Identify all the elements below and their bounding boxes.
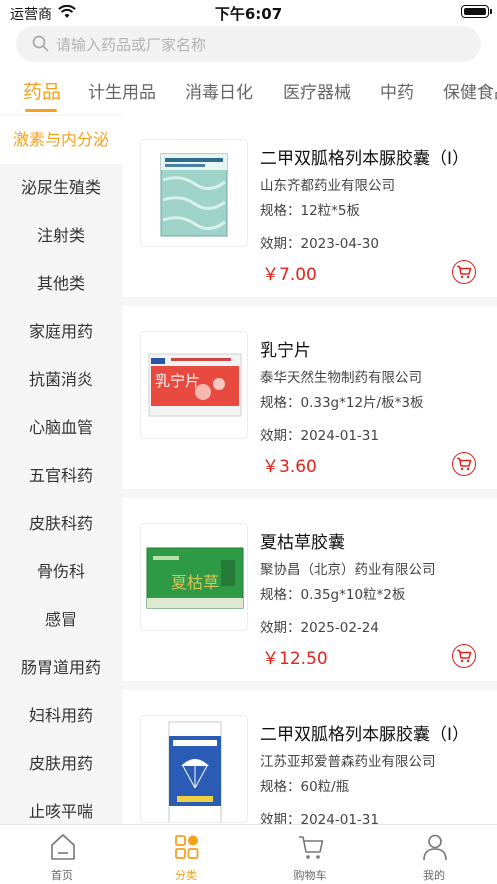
add-to-cart-button[interactable]: [452, 452, 476, 476]
sidebar-item-hormone[interactable]: 激素与内分泌: [0, 116, 122, 164]
product-image: 乳宁片: [140, 331, 248, 439]
tab-disinfection[interactable]: 消毒日化: [185, 78, 253, 103]
tab-health-food[interactable]: 保健食品: [443, 78, 497, 103]
sidebar-item-orthopedics[interactable]: 骨伤科: [0, 548, 122, 596]
product-spec: 规格：0.35g*10粒*2板: [260, 587, 406, 603]
search-input[interactable]: 请输入药品或厂家名称: [16, 26, 481, 62]
tab-home-label: 首页: [51, 869, 73, 882]
tab-cart-label: 购物车: [293, 869, 327, 882]
cart-icon: [457, 457, 472, 471]
product-spec: 规格：0.33g*12片/板*3板: [260, 395, 424, 411]
box-label: 夏枯草: [171, 573, 219, 592]
tab-family-planning[interactable]: 计生用品: [88, 78, 156, 103]
cart-icon: [457, 649, 472, 663]
tab-profile[interactable]: 我的: [372, 825, 496, 884]
product-manufacturer: 聚协昌（北京）药业有限公司: [260, 562, 436, 578]
product-price: ￥12.50: [262, 649, 328, 669]
cart-icon: [299, 836, 324, 859]
product-name: 夏枯草胶囊: [260, 533, 345, 553]
product-card[interactable]: 二甲双胍格列本脲胶囊（Ⅰ） 江苏亚邦爱普森药业有限公司 规格：60粒/瓶 效期：…: [122, 690, 497, 824]
sidebar-item-cold[interactable]: 感冒: [0, 596, 122, 644]
product-price: ￥3.60: [262, 457, 317, 477]
product-image: 夏枯草: [140, 523, 248, 631]
product-expiry: 效期：2023-04-30: [260, 236, 379, 252]
add-to-cart-button[interactable]: [452, 644, 476, 668]
status-bar: 运营商 下午6:07: [0, 0, 497, 26]
sidebar-item-urology[interactable]: 泌尿生殖类: [0, 164, 122, 212]
product-name: 乳宁片: [260, 341, 311, 361]
product-card[interactable]: 乳宁片 乳宁片 泰华天然生物制药有限公司 规格：0.33g*12片/板*3板 效…: [122, 306, 497, 489]
sidebar-item-antibacterial[interactable]: 抗菌消炎: [0, 356, 122, 404]
cart-icon: [457, 265, 472, 279]
search-icon: [32, 35, 49, 56]
product-manufacturer: 江苏亚邦爱普森药业有限公司: [260, 754, 436, 770]
sidebar-item-injection[interactable]: 注射类: [0, 212, 122, 260]
active-tab-indicator: [25, 109, 57, 112]
product-name: 二甲双胍格列本脲胶囊（Ⅰ）: [260, 725, 470, 745]
product-list: 二甲双胍格列本脲胶囊（Ⅰ） 山东齐都药业有限公司 规格：12粒*5板 效期：20…: [122, 114, 497, 824]
product-image: [140, 139, 248, 247]
category-icon: [175, 835, 199, 859]
product-image: [140, 715, 248, 823]
tab-cart[interactable]: 购物车: [248, 825, 372, 884]
box-label: 乳宁片: [155, 372, 200, 390]
product-spec: 规格：60粒/瓶: [260, 779, 350, 795]
sidebar-item-cardio[interactable]: 心脑血管: [0, 404, 122, 452]
tab-medical-devices[interactable]: 医疗器械: [283, 78, 351, 103]
sidebar-item-ent[interactable]: 五官科药: [0, 452, 122, 500]
sidebar: 激素与内分泌 泌尿生殖类 注射类 其他类 家庭用药 抗菌消炎 心脑血管 五官科药…: [0, 114, 122, 824]
product-manufacturer: 泰华天然生物制药有限公司: [260, 370, 422, 386]
product-name: 二甲双胍格列本脲胶囊（Ⅰ）: [260, 149, 470, 169]
sidebar-item-skin[interactable]: 皮肤用药: [0, 740, 122, 788]
tab-drugs[interactable]: 药品: [23, 77, 61, 104]
tab-chinese-medicine[interactable]: 中药: [380, 78, 414, 103]
bottom-tab-bar: 首页 分类 购物车 我的: [0, 824, 497, 883]
tab-profile-label: 我的: [423, 869, 445, 882]
tab-category[interactable]: 分类: [124, 825, 248, 884]
product-card[interactable]: 夏枯草 夏枯草胶囊 聚协昌（北京）药业有限公司 规格：0.35g*10粒*2板 …: [122, 498, 497, 681]
home-icon: [51, 834, 75, 860]
search-placeholder: 请输入药品或厂家名称: [56, 36, 207, 54]
sidebar-item-cough[interactable]: 止咳平喘: [0, 788, 122, 824]
product-expiry: 效期：2025-02-24: [260, 620, 379, 636]
sidebar-item-dermatology[interactable]: 皮肤科药: [0, 500, 122, 548]
product-expiry: 效期：2024-01-31: [260, 428, 379, 444]
add-to-cart-button[interactable]: [452, 260, 476, 284]
category-tabs: 药品 计生用品 消毒日化 医疗器械 中药 保健食品: [0, 68, 497, 114]
product-spec: 规格：12粒*5板: [260, 203, 361, 219]
profile-icon: [423, 834, 447, 861]
product-expiry: 效期：2024-01-31: [260, 812, 379, 824]
sidebar-item-household[interactable]: 家庭用药: [0, 308, 122, 356]
battery-icon: [461, 5, 492, 18]
tab-category-label: 分类: [175, 869, 197, 882]
product-card[interactable]: 二甲双胍格列本脲胶囊（Ⅰ） 山东齐都药业有限公司 规格：12粒*5板 效期：20…: [122, 114, 497, 297]
sidebar-item-gastro[interactable]: 肠胃道用药: [0, 644, 122, 692]
product-manufacturer: 山东齐都药业有限公司: [260, 178, 395, 194]
sidebar-item-other[interactable]: 其他类: [0, 260, 122, 308]
tab-home[interactable]: 首页: [0, 825, 124, 884]
clock: 下午6:07: [214, 5, 283, 23]
product-price: ￥7.00: [262, 265, 317, 285]
sidebar-item-gynecology[interactable]: 妇科用药: [0, 692, 122, 740]
